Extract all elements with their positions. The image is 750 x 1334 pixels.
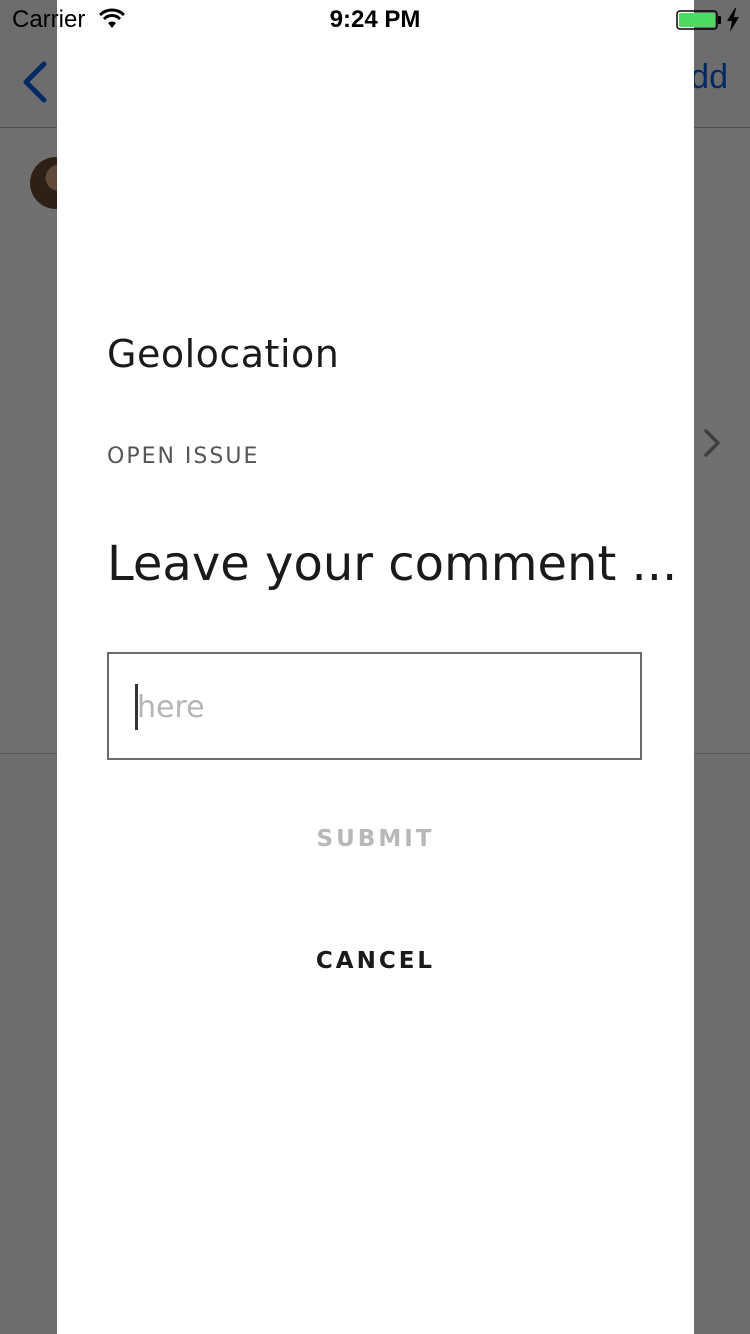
text-caret <box>135 684 138 730</box>
submit-button[interactable]: SUBMIT <box>57 826 694 852</box>
comment-modal: Geolocation OPEN ISSUE Leave your commen… <box>57 0 694 1334</box>
charging-bolt-icon <box>727 8 739 32</box>
issue-status-label: OPEN ISSUE <box>107 444 260 469</box>
modal-title: Geolocation <box>107 332 340 376</box>
comment-input[interactable] <box>137 684 607 730</box>
battery-icon <box>676 10 721 30</box>
comment-field[interactable] <box>107 652 642 760</box>
status-time: 9:24 PM <box>329 6 421 33</box>
comment-prompt: Leave your comment ... <box>107 536 678 592</box>
status-bar: Carrier 9:24 PM <box>0 0 750 40</box>
cancel-button[interactable]: CANCEL <box>57 948 694 974</box>
